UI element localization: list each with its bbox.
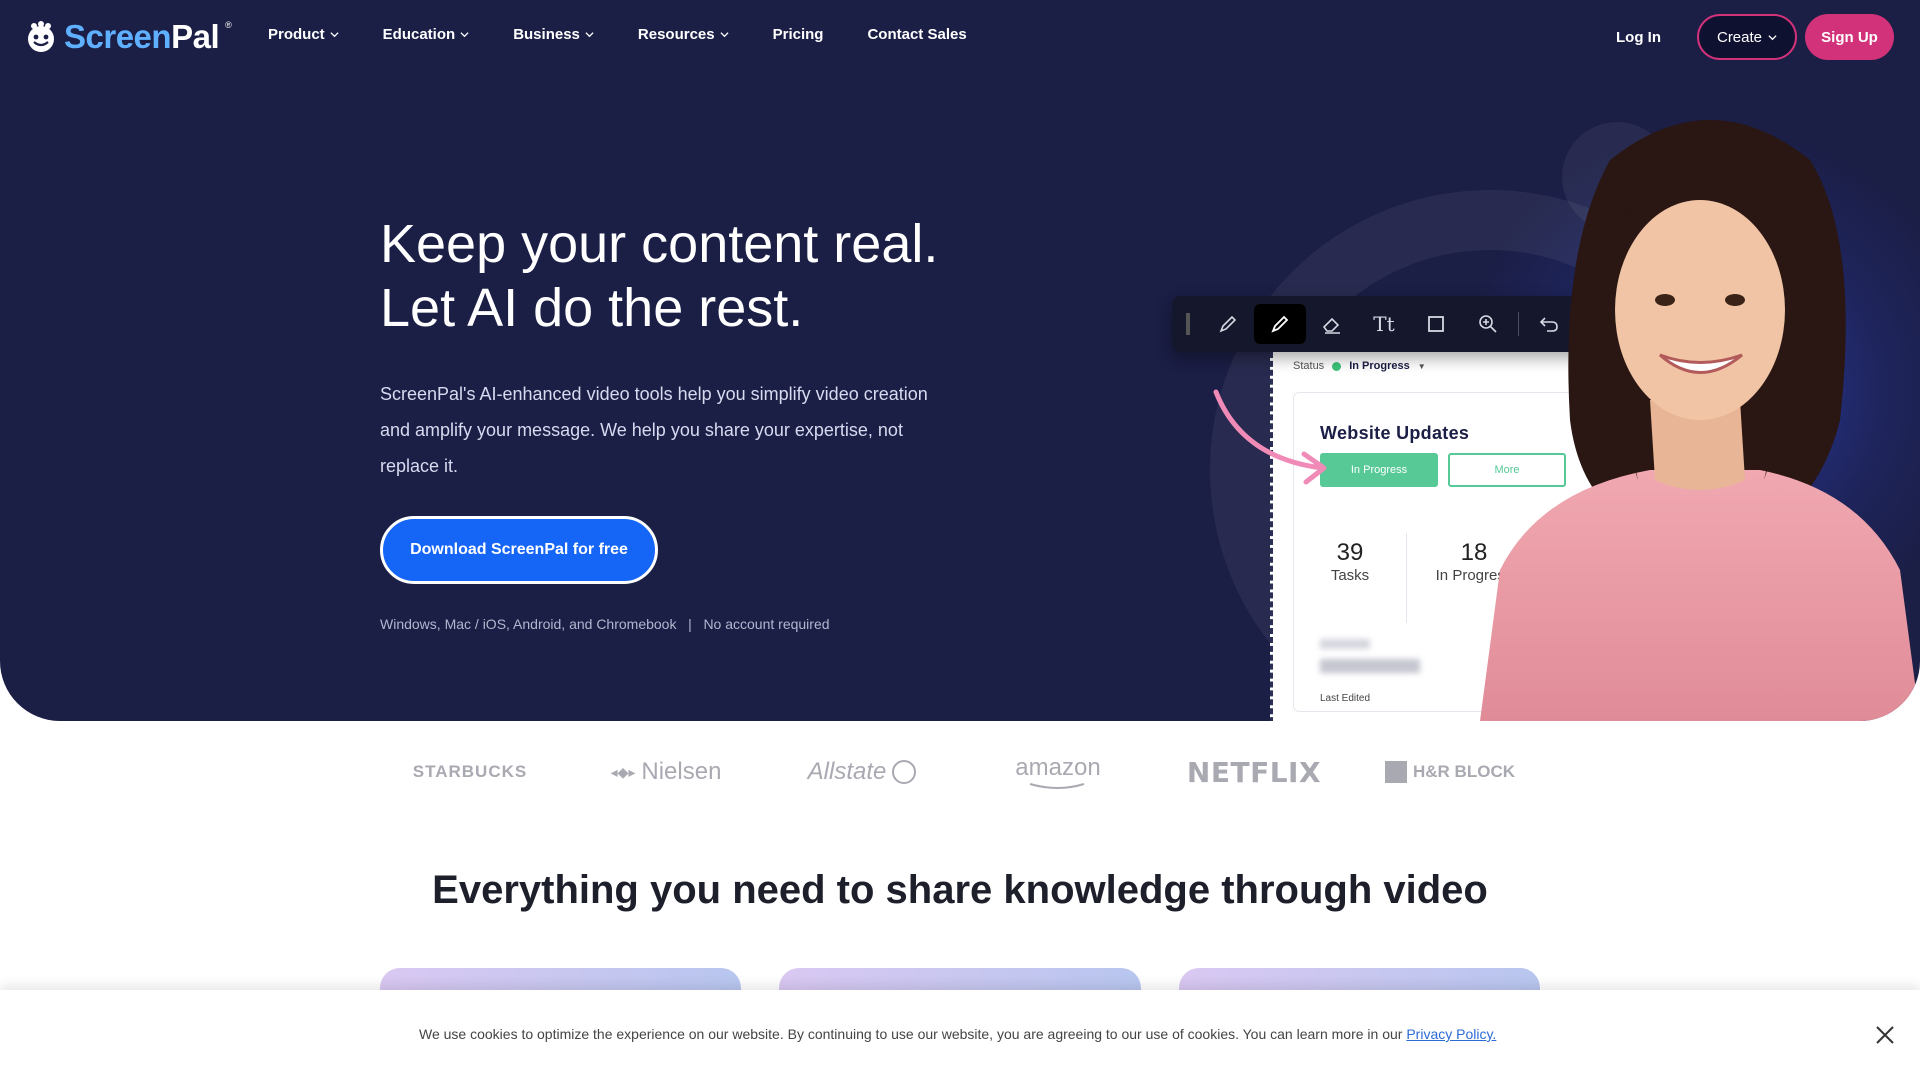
customer-logos: STARBUCKS ◂◆▸ Nielsen Allstate amazon NE…	[380, 740, 1540, 804]
last-edited-label: Last Edited	[1320, 693, 1371, 704]
chevron-down-icon	[720, 32, 729, 38]
pen-icon[interactable]	[1202, 304, 1254, 344]
hr-block-logo: H&R BLOCK	[1360, 761, 1540, 783]
privacy-policy-link[interactable]: Privacy Policy.	[1406, 1026, 1496, 1042]
status-value[interactable]: In Progress	[1349, 360, 1410, 372]
nav-actions: Log In Create Sign Up	[1616, 14, 1894, 60]
login-link[interactable]: Log In	[1616, 29, 1661, 46]
stat-tasks-number: 39	[1336, 539, 1364, 566]
chevron-down-icon	[460, 32, 469, 38]
allstate-logo: Allstate	[772, 758, 952, 786]
starbucks-logo: STARBUCKS	[412, 762, 528, 781]
amazon-smile-icon	[1029, 783, 1085, 789]
nav-item-product[interactable]: Product	[268, 26, 339, 43]
nielsen-logo: ◂◆▸ Nielsen	[610, 758, 722, 785]
nielsen-mark-icon: ◂◆▸	[610, 763, 636, 780]
stat-tasks: 39 Tasks	[1320, 539, 1380, 584]
headline-line-1: Keep your content real.	[380, 214, 939, 274]
in-progress-pill[interactable]: In Progress	[1320, 453, 1438, 487]
card-title: Website Updates	[1320, 423, 1470, 443]
nav-item-education[interactable]: Education	[383, 26, 470, 43]
status-dot	[1332, 361, 1342, 371]
chevron-down-icon	[585, 32, 594, 38]
stat-divider	[1406, 533, 1407, 623]
nav-item-pricing[interactable]: Pricing	[773, 26, 824, 43]
section-heading: Everything you need to share knowledge t…	[432, 868, 1488, 912]
headline-line-2: Let AI do the rest.	[380, 278, 804, 338]
eraser-icon[interactable]	[1306, 304, 1358, 344]
registered-mark: ®	[225, 20, 232, 30]
allstate-hands-icon	[892, 760, 917, 784]
nav-item-business[interactable]: Business	[513, 26, 594, 43]
cookie-banner: We use cookies to optimize the experienc…	[0, 990, 1920, 1080]
close-icon[interactable]	[1874, 1024, 1896, 1046]
create-button[interactable]: Create	[1697, 14, 1797, 60]
caret-down-icon: ▼	[1417, 361, 1426, 371]
hero-visual: Status In Progress ▼ Website Updates In …	[1150, 70, 1920, 721]
smiling-woman-photo	[1480, 120, 1920, 721]
nav-item-contact-sales[interactable]: Contact Sales	[867, 26, 966, 43]
platforms-note: Windows, Mac / iOS, Android, and Chromeb…	[380, 616, 830, 632]
amazon-logo: amazon	[968, 754, 1148, 790]
top-nav: ScreenPal ® Product Education Business R…	[0, 0, 1920, 74]
rectangle-icon[interactable]	[1410, 304, 1462, 344]
highlighter-icon[interactable]	[1254, 304, 1306, 344]
screenpal-logo-icon	[28, 21, 54, 52]
blurred-text	[1320, 659, 1420, 673]
cookie-text: We use cookies to optimize the experienc…	[419, 1026, 1407, 1042]
screenpal-logo[interactable]: ScreenPal ®	[24, 18, 232, 56]
status-row: Status In Progress ▼	[1293, 360, 1426, 372]
toolbar-grip[interactable]	[1186, 313, 1190, 335]
nav-links: Product Education Business Resources Pri…	[268, 26, 1011, 43]
stat-tasks-label: Tasks	[1330, 567, 1370, 584]
netflix-logo: NETFLIX	[1186, 755, 1322, 789]
hr-block-square-icon	[1385, 761, 1407, 783]
status-label: Status	[1293, 360, 1325, 372]
logo-wordmark: ScreenPal	[64, 18, 220, 55]
hero-subcopy: ScreenPal's AI-enhanced video tools help…	[380, 384, 928, 476]
signup-button[interactable]: Sign Up	[1805, 14, 1894, 60]
blurred-text	[1320, 639, 1370, 649]
chevron-down-icon	[330, 32, 339, 38]
chevron-down-icon	[1768, 34, 1777, 40]
annotation-arrow-icon	[1213, 389, 1327, 485]
nav-item-resources[interactable]: Resources	[638, 26, 729, 43]
hero-headline: Keep your content real. Let AI do the re…	[380, 212, 938, 340]
text-icon[interactable]: Tt	[1358, 304, 1410, 344]
hero-section: ScreenPal ® Product Education Business R…	[0, 0, 1920, 721]
download-button[interactable]: Download ScreenPal for free	[380, 516, 658, 584]
create-button-label: Create	[1716, 28, 1763, 46]
cookie-message: We use cookies to optimize the experienc…	[419, 1026, 1496, 1042]
